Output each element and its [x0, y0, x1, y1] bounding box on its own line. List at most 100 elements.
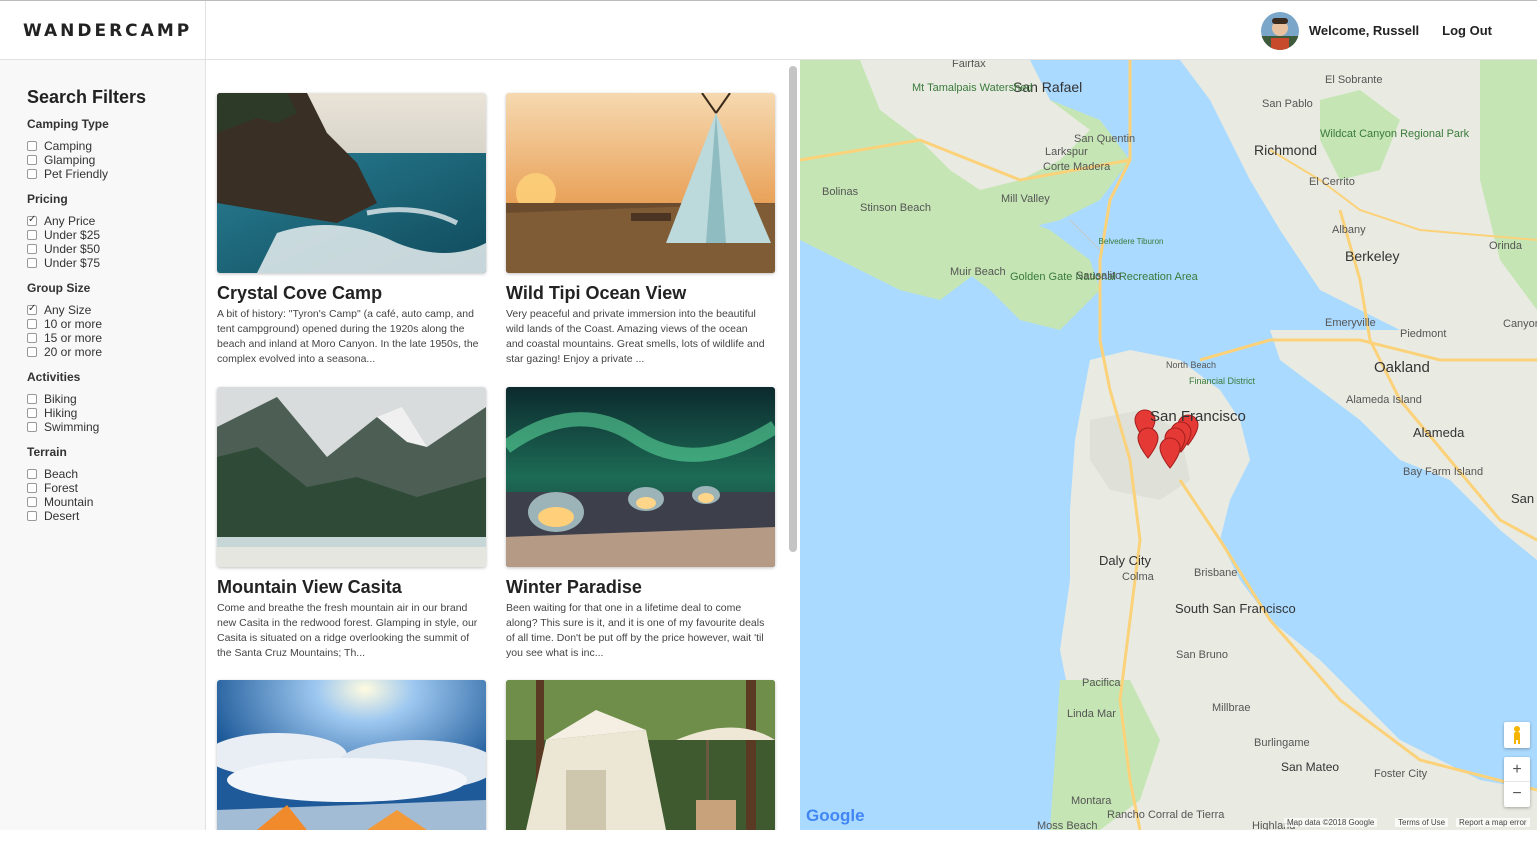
filter-option[interactable]: Glamping — [27, 153, 205, 167]
map-label: Burlingame — [1254, 737, 1310, 749]
filter-option[interactable]: Swimming — [27, 420, 205, 434]
filter-checkbox[interactable] — [27, 511, 37, 521]
listing-title[interactable]: Winter Paradise — [506, 577, 775, 598]
filter-option[interactable]: Under $75 — [27, 256, 205, 270]
filter-option-label: Any Size — [44, 303, 92, 317]
filter-option[interactable]: 10 or more — [27, 317, 205, 331]
filter-checkbox[interactable] — [27, 408, 37, 418]
map-label: Moss Beach — [1037, 820, 1098, 830]
listings-panel: Crystal Cove Camp A bit of history: "Tyr… — [206, 60, 800, 830]
map-label: Piedmont — [1400, 328, 1447, 340]
logout-button[interactable]: Log Out — [1442, 23, 1492, 38]
filter-option[interactable]: 20 or more — [27, 345, 205, 359]
report-error-link[interactable]: Report a map error — [1456, 818, 1530, 827]
filter-option[interactable]: Pet Friendly — [27, 167, 205, 181]
top-nav: WANDERCAMP Welcome, Russell Log Out — [0, 0, 1537, 60]
map-canvas[interactable] — [800, 60, 1537, 830]
listing-card[interactable] — [217, 680, 486, 830]
listing-image[interactable] — [217, 387, 486, 567]
filter-option[interactable]: Camping — [27, 139, 205, 153]
filter-checkbox[interactable] — [27, 244, 37, 254]
listing-title[interactable]: Wild Tipi Ocean View — [506, 283, 775, 304]
listing-title[interactable]: Crystal Cove Camp — [217, 283, 486, 304]
welcome-text: Welcome, Russell — [1308, 23, 1420, 38]
filter-checkbox[interactable] — [27, 469, 37, 479]
filter-option[interactable]: Hiking — [27, 406, 205, 420]
map-label: Pacifica — [1082, 677, 1121, 689]
filter-option[interactable]: Any Size — [27, 303, 205, 317]
listing-description: Been waiting for that one in a lifetime … — [506, 602, 765, 659]
brand-logo[interactable]: WANDERCAMP — [23, 21, 192, 41]
map-attribution: Map data ©2018 Google — [1284, 818, 1378, 827]
filter-checkbox[interactable] — [27, 155, 37, 165]
map-label: Belvedere Tiburon — [1098, 237, 1164, 246]
filter-option[interactable]: Any Price — [27, 214, 205, 228]
listing-image[interactable] — [217, 93, 486, 273]
avatar[interactable] — [1260, 11, 1299, 50]
listing-image[interactable] — [506, 680, 775, 830]
listing-image[interactable] — [506, 93, 775, 273]
map-label: Fairfax — [952, 60, 986, 70]
google-logo[interactable]: Google — [806, 806, 865, 826]
listing-image[interactable] — [217, 680, 486, 830]
filter-checkbox[interactable] — [27, 169, 37, 179]
filter-option[interactable]: Under $25 — [27, 228, 205, 242]
filter-option-label: Swimming — [44, 420, 100, 434]
map-view[interactable]: Fairfax San Rafael El Sobrante Mt Tamalp… — [800, 60, 1537, 830]
filter-group: Camping Type Camping Glamping Pet Friendly — [27, 117, 205, 181]
filter-checkbox[interactable] — [27, 422, 37, 432]
filter-option[interactable]: Mountain — [27, 495, 205, 509]
filter-checkbox[interactable] — [27, 483, 37, 493]
map-label: Orinda — [1489, 240, 1523, 252]
filter-option[interactable]: Forest — [27, 481, 205, 495]
listing-card[interactable]: Winter Paradise Been waiting for that on… — [506, 387, 775, 661]
filter-checkbox[interactable] — [27, 258, 37, 268]
filter-option-label: 20 or more — [44, 345, 103, 359]
filter-option-label: Desert — [44, 509, 80, 523]
listings-scrollbar[interactable] — [789, 66, 797, 552]
listing-image[interactable] — [506, 387, 775, 567]
listing-card[interactable]: Crystal Cove Camp A bit of history: "Tyr… — [217, 93, 486, 367]
filter-option[interactable]: Desert — [27, 509, 205, 523]
filter-groups: Camping Type Camping Glamping Pet Friendly P… — [27, 117, 205, 523]
filters-title: Search Filters — [27, 87, 147, 107]
filter-checkbox[interactable] — [27, 333, 37, 343]
filter-option[interactable]: Beach — [27, 467, 205, 481]
map-label: Berkeley — [1345, 248, 1400, 264]
filter-checkbox[interactable] — [27, 141, 37, 151]
filter-checkbox[interactable] — [27, 214, 37, 226]
listing-title[interactable]: Mountain View Casita — [217, 577, 486, 598]
listing-card[interactable]: Wild Tipi Ocean View Very peaceful and p… — [506, 93, 775, 367]
zoom-in-button[interactable]: + — [1504, 757, 1530, 782]
filter-option[interactable]: Biking — [27, 392, 205, 406]
terms-link[interactable]: Terms of Use — [1395, 818, 1449, 827]
listing-card[interactable] — [506, 680, 775, 830]
listing-card[interactable]: Mountain View Casita Come and breathe th… — [217, 387, 486, 661]
filter-checkbox[interactable] — [27, 303, 37, 315]
filter-option-label: Pet Friendly — [44, 167, 109, 181]
filter-checkbox[interactable] — [27, 394, 37, 404]
zoom-controls: + − — [1504, 757, 1530, 807]
map-label: Wildcat Canyon Regional Park — [1320, 128, 1470, 140]
filter-checkbox[interactable] — [27, 347, 37, 357]
zoom-out-button[interactable]: − — [1504, 782, 1530, 807]
filter-option-label: Under $75 — [44, 256, 101, 270]
filter-option-label: Any Price — [44, 214, 96, 228]
filter-group-title: Terrain — [27, 445, 67, 459]
map-label: Stinson Beach — [860, 202, 931, 214]
filter-option[interactable]: Under $50 — [27, 242, 205, 256]
filter-option-label: Mountain — [44, 495, 94, 509]
filter-checkbox[interactable] — [27, 319, 37, 329]
filter-group: Activities Biking Hiking Swimming — [27, 370, 205, 434]
filter-group: Group Size Any Size10 or more15 or more20… — [27, 281, 205, 359]
filter-checkbox[interactable] — [27, 497, 37, 507]
filter-group-title: Pricing — [27, 192, 68, 206]
filter-option-label: 10 or more — [44, 317, 103, 331]
filter-checkbox[interactable] — [27, 230, 37, 240]
map-label: Emeryville — [1325, 317, 1376, 329]
filter-option[interactable]: 15 or more — [27, 331, 205, 345]
map-label: San Le — [1511, 491, 1537, 506]
filter-sidebar: Search Filters Camping Type Camping Glampi… — [0, 60, 206, 830]
pegman-icon[interactable] — [1504, 722, 1530, 748]
map-label: Golden Gate National Recreation Area — [1010, 271, 1198, 283]
